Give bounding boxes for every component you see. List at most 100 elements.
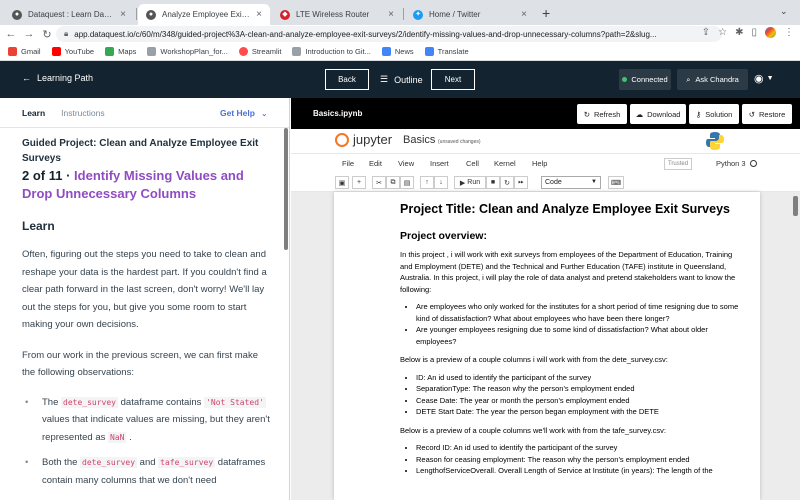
paste-icon[interactable]: ▤ [400, 176, 414, 189]
observations-list: The dete_survey dataframe contains 'Not … [22, 394, 270, 490]
insert-cell-icon[interactable]: + [352, 176, 366, 189]
user-avatar-icon: ◉ [754, 73, 764, 85]
bookmark-youtube[interactable]: YouTube [51, 47, 94, 56]
learning-path-link[interactable]: ← Learning Path [22, 73, 93, 83]
profile-avatar-icon[interactable] [765, 27, 776, 38]
forward-arrow-icon[interactable]: → [20, 28, 38, 40]
learn-heading: Learn [22, 219, 55, 233]
close-tab-icon[interactable]: × [256, 9, 262, 20]
cloud-download-icon: ☁ [635, 109, 644, 119]
arrow-left-icon: ← [22, 73, 31, 83]
notebook-panel: Basics.ipynb ↻ Refresh ☁ Download ⚷ Solutio… [291, 98, 800, 500]
bookmark-news[interactable]: News [381, 47, 414, 56]
lock-icon: 🔒︎ [64, 29, 69, 38]
tab-search-icon[interactable]: ⌄ [780, 6, 788, 17]
list-item: Are employees who only worked for the in… [416, 301, 740, 324]
menu-file[interactable]: File [342, 159, 354, 168]
refresh-button[interactable]: ↻ Refresh [577, 104, 627, 124]
markdown-paragraph: In this project , i will work with exit … [400, 250, 736, 294]
tafe-columns-list: Record ID: An id used to identify the pa… [400, 442, 740, 477]
trusted-badge[interactable]: Trusted [664, 158, 692, 170]
bookmark-gmail[interactable]: Gmail [8, 47, 41, 56]
bookmark-git[interactable]: Introduction to Git... [292, 47, 371, 56]
tab-learn[interactable]: Learn [22, 108, 45, 118]
close-tab-icon[interactable]: × [120, 9, 126, 20]
kernel-name: Python 3 [716, 159, 746, 168]
sidebar-icon[interactable]: ▯ [751, 27, 757, 38]
menu-edit[interactable]: Edit [369, 159, 382, 168]
keyboard-icon[interactable]: ⌨ [608, 176, 624, 189]
share-icon[interactable]: ⇪ [702, 27, 710, 38]
browser-tab-router[interactable]: ◆ LTE Wireless Router × [272, 4, 402, 25]
markdown-title: Project Title: Clean and Analyze Employe… [400, 202, 730, 216]
solution-button[interactable]: ⚷ Solution [689, 104, 739, 124]
page-icon [147, 47, 157, 56]
stop-icon[interactable]: ■ [486, 176, 500, 189]
step-heading: 2 of 11 · Identify Missing Values and Dr… [22, 167, 272, 203]
extensions-icon[interactable]: ✱ [735, 27, 743, 38]
translate-icon [424, 47, 434, 56]
restore-icon: ↺ [748, 109, 756, 119]
learn-scrollbar[interactable] [284, 128, 288, 250]
kernel-status-icon [750, 160, 757, 167]
get-help-dropdown[interactable]: Get Help ⌄ [220, 108, 267, 118]
back-arrow-icon[interactable]: ← [2, 28, 20, 40]
list-item: SeparationType: The reason why the perso… [416, 383, 740, 395]
ask-chandra-button[interactable]: ⌕ Ask Chandra [677, 69, 748, 90]
notebook-page: Project Title: Clean and Analyze Employe… [334, 192, 760, 500]
menu-help[interactable]: Help [532, 159, 547, 168]
run-button[interactable]: ▶ Run [454, 176, 486, 189]
notebook-scrollbar[interactable] [793, 196, 798, 216]
close-tab-icon[interactable]: × [388, 9, 394, 20]
notebook-name[interactable]: Basics [403, 134, 435, 146]
browser-tab-dataquest[interactable]: ● Dataquest : Learn Data Scienc × [4, 4, 134, 25]
close-tab-icon[interactable]: × [521, 9, 527, 20]
menu-kernel[interactable]: Kernel [494, 159, 516, 168]
move-up-icon[interactable]: ↑ [420, 176, 434, 189]
address-bar[interactable]: 🔒︎ app.dataquest.io/c/60/m/348/guided-pr… [56, 26, 722, 42]
browser-actions: ⇪ ☆ ✱ ▯ ⋮ [702, 27, 794, 38]
bookmark-streamlit[interactable]: Streamlit [238, 47, 281, 56]
jupyter-logo[interactable]: jupyter [335, 132, 392, 147]
reload-icon[interactable]: ↻ [38, 28, 56, 41]
cut-icon[interactable]: ✂ [372, 176, 386, 189]
save-icon[interactable]: ▣ [335, 176, 349, 189]
next-button[interactable]: Next [431, 69, 475, 90]
dete-columns-list: ID: An id used to identify the participa… [400, 372, 740, 418]
tab-instructions[interactable]: Instructions [61, 108, 104, 118]
cell-type-select[interactable]: Code ▼ [541, 176, 601, 189]
kebab-menu-icon[interactable]: ⋮ [784, 27, 794, 38]
bookmark-workshopplan[interactable]: WorkshopPlan_for... [147, 47, 228, 56]
outline-button[interactable]: ☰ Outline [380, 74, 423, 85]
chevron-down-icon: ▼ [766, 75, 774, 82]
markdown-cell[interactable]: Project Title: Clean and Analyze Employe… [400, 202, 740, 477]
page-icon [292, 47, 302, 56]
bookmark-translate[interactable]: Translate [424, 47, 469, 56]
markdown-paragraph: Below is a preview of a couple columns i… [400, 355, 668, 364]
bookmark-maps[interactable]: Maps [105, 47, 136, 56]
restore-button[interactable]: ↺ Restore [742, 104, 792, 124]
fast-forward-icon[interactable]: ⏩︎ [514, 176, 528, 189]
tab-separator [136, 8, 137, 20]
browser-tab-analyze[interactable]: ● Analyze Employee Exit Surveys × [138, 4, 270, 25]
menu-view[interactable]: View [398, 159, 414, 168]
markdown-overview-heading: Project overview: [400, 230, 487, 242]
browser-tab-twitter[interactable]: ✦ Home / Twitter × [405, 4, 535, 25]
menu-cell[interactable]: Cell [466, 159, 479, 168]
copy-icon[interactable]: ⧉ [386, 176, 400, 189]
new-tab-icon[interactable]: + [542, 5, 550, 21]
restart-kernel-icon[interactable]: ↻ [500, 176, 514, 189]
maps-icon [105, 47, 115, 56]
list-item: Cease Date: The year or month the person… [416, 395, 740, 407]
back-button[interactable]: Back [325, 69, 369, 90]
list-item: The dete_survey dataframe contains 'Not … [22, 394, 270, 447]
user-menu[interactable]: ◉ ▼ [754, 72, 774, 85]
gmail-icon [8, 47, 17, 56]
bookmarks-bar: Gmail YouTube Maps WorkshopPlan_for... S… [0, 43, 800, 61]
inline-code: dete_survey [80, 457, 138, 468]
learn-content: Guided Project: Clean and Analyze Employ… [0, 128, 289, 489]
menu-insert[interactable]: Insert [430, 159, 449, 168]
move-down-icon[interactable]: ↓ [434, 176, 448, 189]
bookmark-star-icon[interactable]: ☆ [718, 27, 727, 38]
download-button[interactable]: ☁ Download [630, 104, 686, 124]
